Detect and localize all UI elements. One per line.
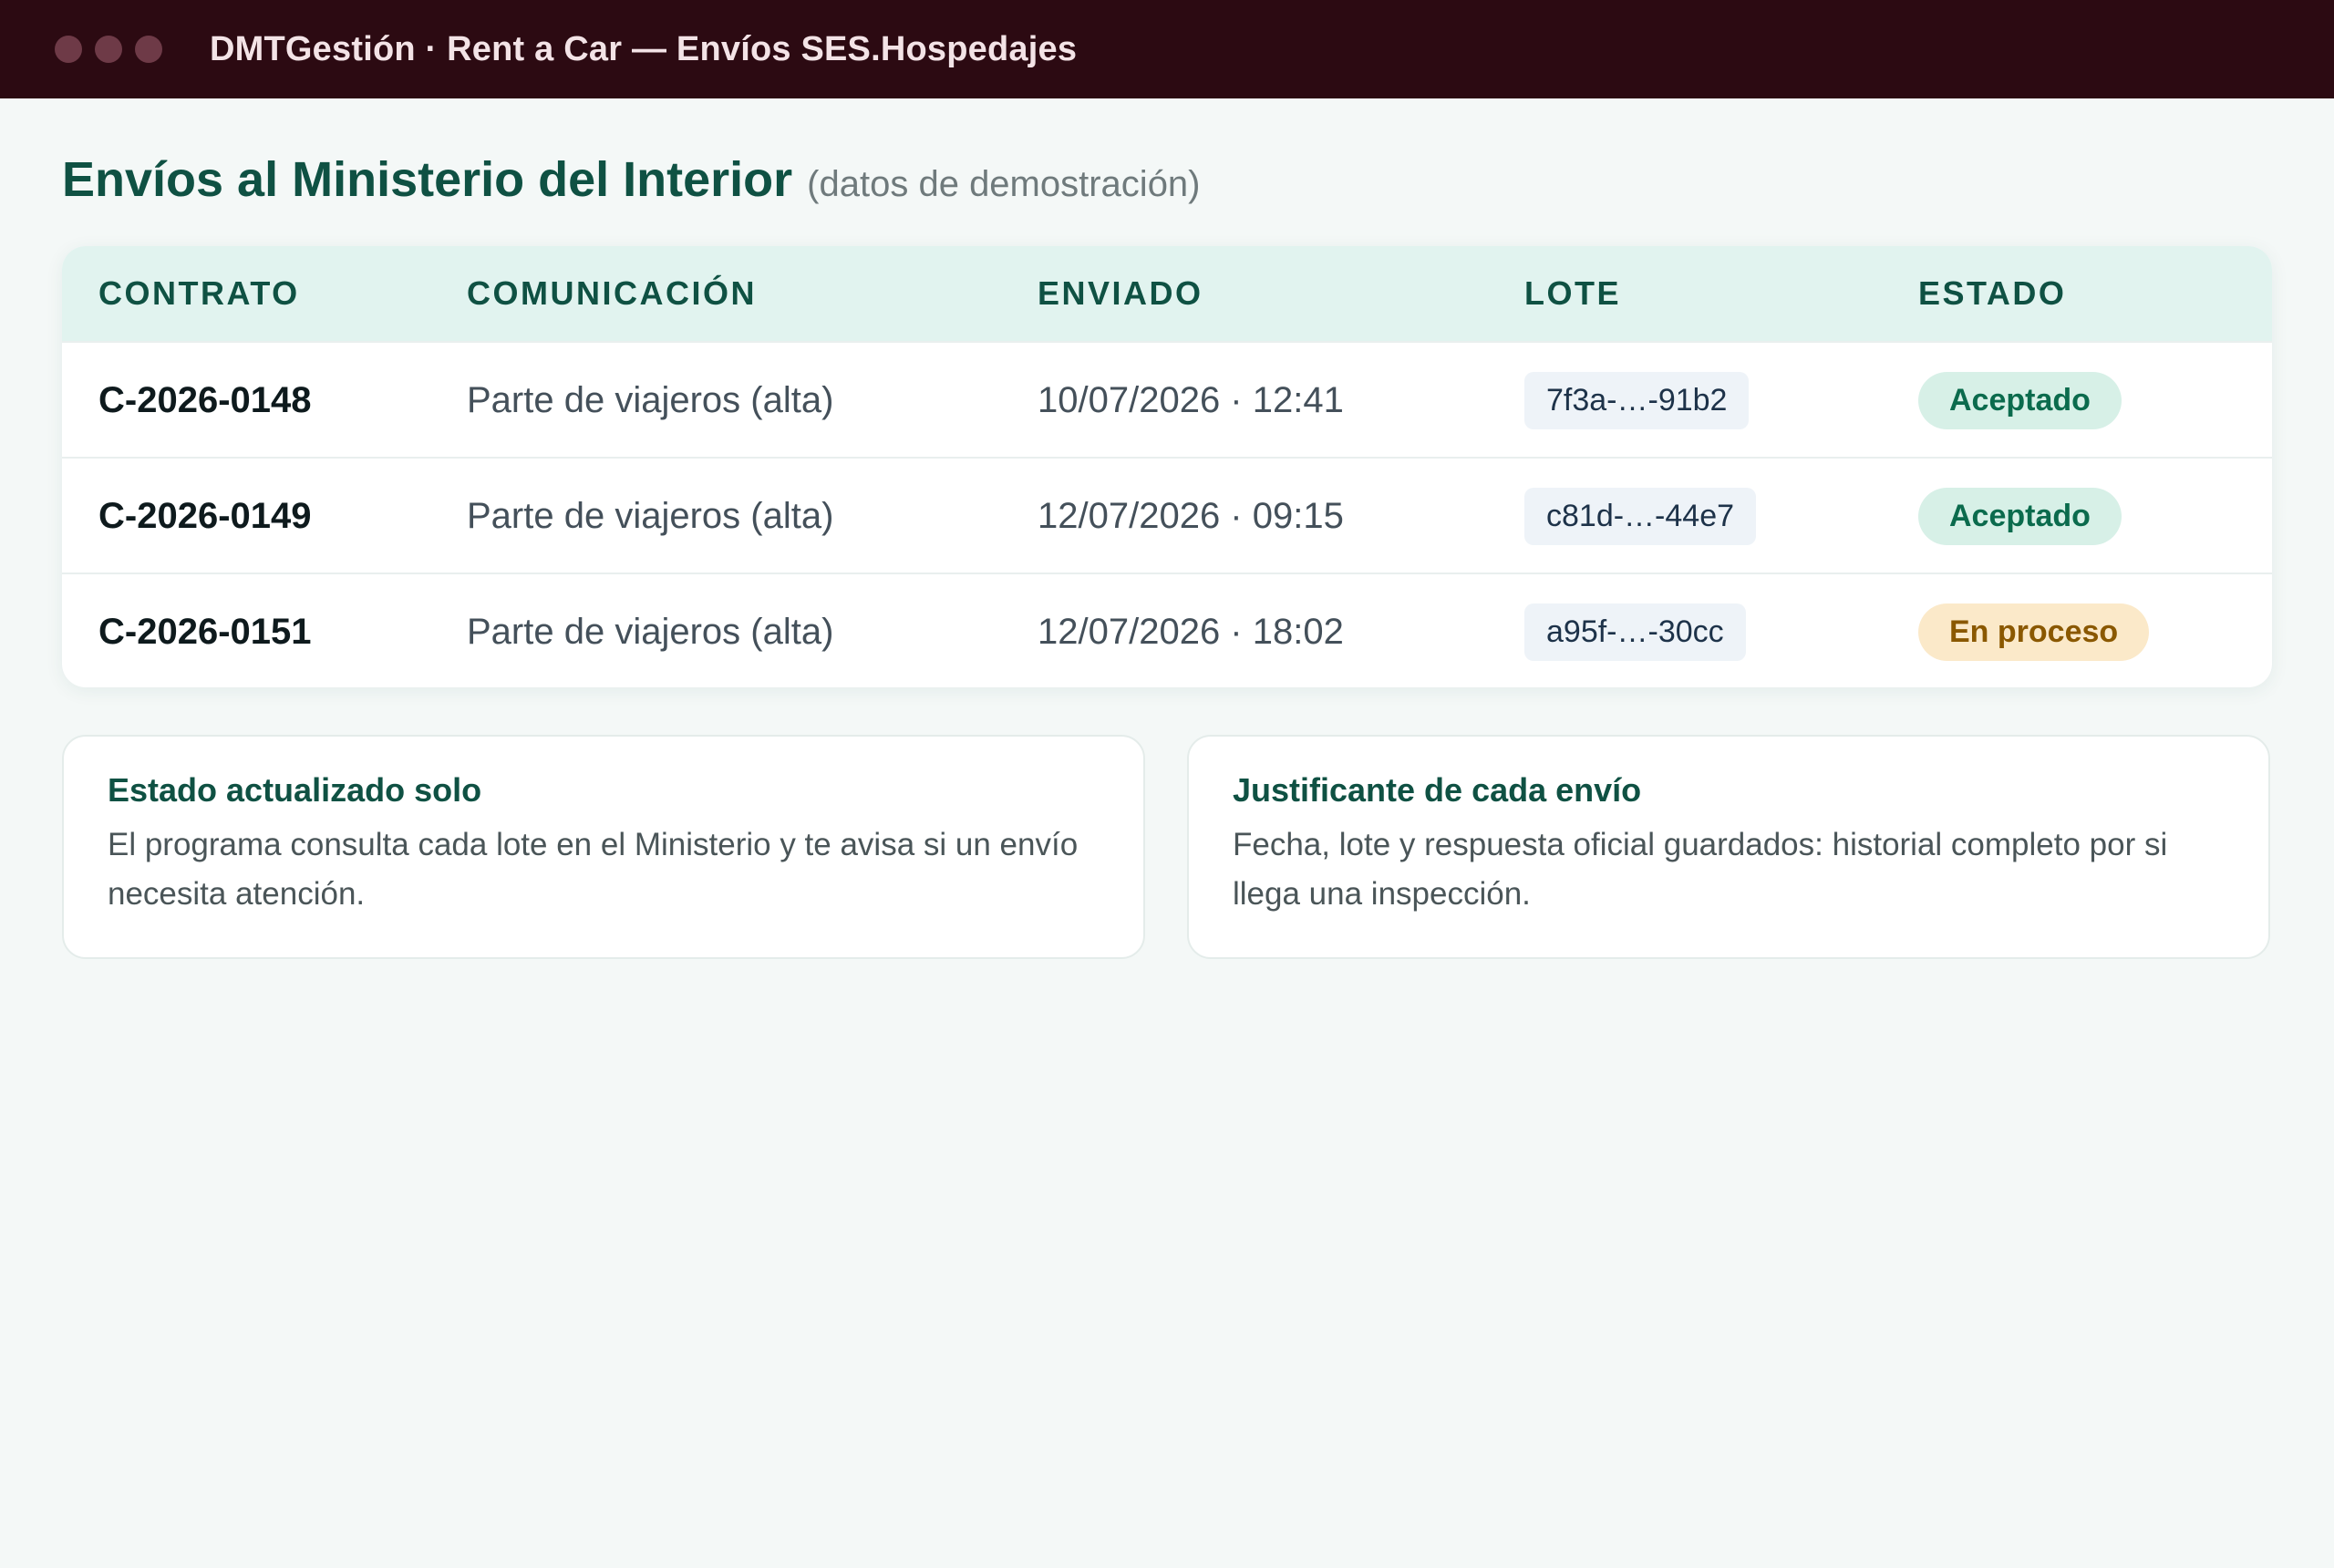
- batch-id: c81d-…-44e7: [1524, 487, 1757, 545]
- contract-id: C-2026-0149: [98, 495, 312, 536]
- column-header-comunicacion: COMUNICACIÓN: [467, 274, 757, 312]
- column-header-contrato: CONTRATO: [98, 274, 300, 312]
- batch-id: a95f-…-30cc: [1524, 603, 1746, 661]
- page-heading: Envíos al Ministerio del Interior (datos…: [62, 151, 1201, 208]
- column-header-estado: ESTADO: [1918, 274, 2067, 312]
- table-row[interactable]: C-2026-0148 Parte de viajeros (alta) 10/…: [62, 341, 2272, 457]
- window-titlebar: DMTGestión · Rent a Car — Envíos SES.Hos…: [0, 0, 2334, 98]
- status-badge: Aceptado: [1918, 487, 2122, 545]
- table-header: CONTRATO COMUNICACIÓN ENVIADO LOTE ESTAD…: [62, 246, 2272, 341]
- info-card-auto-status: Estado actualizado solo El programa cons…: [62, 735, 1145, 959]
- maximize-window-icon[interactable]: [135, 36, 162, 63]
- info-card-title: Justificante de cada envío: [1233, 771, 1642, 809]
- contract-id: C-2026-0151: [98, 611, 312, 652]
- sent-datetime: 12/07/2026 · 18:02: [1038, 611, 1344, 652]
- window-title: DMTGestión · Rent a Car — Envíos SES.Hos…: [210, 29, 1078, 68]
- sent-datetime: 12/07/2026 · 09:15: [1038, 495, 1344, 536]
- close-window-icon[interactable]: [55, 36, 82, 63]
- table-row[interactable]: C-2026-0151 Parte de viajeros (alta) 12/…: [62, 573, 2272, 687]
- sent-datetime: 10/07/2026 · 12:41: [1038, 379, 1344, 420]
- communication-type: Parte de viajeros (alta): [467, 611, 834, 652]
- batch-id: 7f3a-…-91b2: [1524, 371, 1750, 429]
- page-title: Envíos al Ministerio del Interior: [62, 152, 793, 207]
- info-card-text: El programa consulta cada lote en el Min…: [108, 827, 1079, 912]
- info-card-text: Fecha, lote y respuesta oficial guardado…: [1233, 827, 2168, 912]
- page-subtitle: (datos de demostración): [807, 164, 1201, 204]
- contract-id: C-2026-0148: [98, 379, 312, 420]
- info-card-title: Estado actualizado solo: [108, 771, 482, 809]
- table-row[interactable]: C-2026-0149 Parte de viajeros (alta) 12/…: [62, 457, 2272, 573]
- submissions-table: CONTRATO COMUNICACIÓN ENVIADO LOTE ESTAD…: [62, 246, 2272, 687]
- communication-type: Parte de viajeros (alta): [467, 495, 834, 536]
- column-header-lote: LOTE: [1524, 274, 1621, 312]
- minimize-window-icon[interactable]: [95, 36, 122, 63]
- communication-type: Parte de viajeros (alta): [467, 379, 834, 420]
- window-controls: [55, 36, 162, 63]
- info-card-receipt: Justificante de cada envío Fecha, lote y…: [1187, 735, 2270, 959]
- status-badge: En proceso: [1918, 603, 2150, 661]
- column-header-enviado: ENVIADO: [1038, 274, 1203, 312]
- status-badge: Aceptado: [1918, 371, 2122, 429]
